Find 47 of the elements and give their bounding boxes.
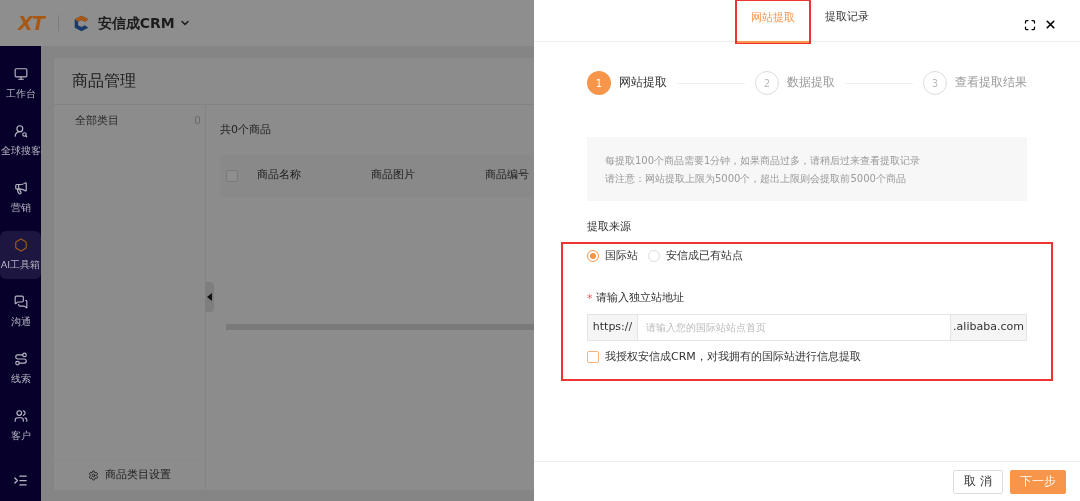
menu-icon[interactable] [13,473,28,488]
product-menu[interactable]: 安信成CRM [97,12,191,34]
nav-item[interactable]: 工作台 [0,60,41,108]
radio-option[interactable]: 国际站 [587,247,638,264]
step-label: 数据提取 [787,74,835,92]
chat-icon [13,294,28,309]
nav-item[interactable]: AI工具箱 [0,231,41,279]
column-header: 商品编号 [485,167,530,184]
step-number: 1 [587,71,611,95]
megaphone-icon [13,180,28,195]
radio-option[interactable]: 安信成已有站点 [648,247,743,264]
cancel-button[interactable]: 取 消 [953,469,1003,494]
left-triangle-icon [207,293,212,301]
checkbox[interactable] [587,350,599,363]
tab[interactable]: 提取记录 [811,6,883,42]
users-icon [13,408,28,423]
page-title: 商品管理 [72,70,136,92]
url-suffix: .alibaba.com [950,313,1027,341]
nav-item[interactable]: 客户 [0,402,41,450]
fullscreen-icon[interactable] [1024,18,1036,31]
step-label: 网站提取 [619,74,667,92]
route-icon [13,351,28,366]
nav-item[interactable]: 全球搜客 [0,117,41,165]
category-settings-button[interactable]: 商品类目设置 [54,460,205,490]
logo: XT [18,10,44,36]
nav-item[interactable]: 沟通 [0,288,41,336]
c-logo-icon [72,14,90,32]
notice-text: 请注意：网站提取上限为5000个，超出上限则会提取前5000个商品 [605,171,907,186]
url-input[interactable]: 请输入您的国际站站点首页 [638,313,950,341]
product-count: 共0个商品 [220,122,272,138]
user-search-icon [13,123,28,138]
hexagon-icon [13,237,28,252]
consent-option[interactable]: 我授权安信成CRM，对我拥有的国际站进行信息提取 [587,348,1027,365]
close-icon[interactable] [1044,18,1057,31]
step-label: 查看提取结果 [955,74,1027,92]
nav-item[interactable]: 营销 [0,174,41,222]
collapse-handle[interactable] [205,282,214,312]
notice-text: 每提取100个商品需要1分钟，如果商品过多，请稍后过来查看提取记录 [605,153,922,168]
required-asterisk: * [587,292,593,304]
monitor-icon [13,66,28,81]
column-header: 商品图片 [371,167,416,184]
gear-icon [88,470,99,481]
url-prefix: https:// [587,313,638,341]
column-header: 商品名称 [257,167,302,184]
nav-item[interactable]: 线索 [0,345,41,393]
source-label: 提取来源 [587,219,632,235]
url-label: 请输入独立站地址 [595,290,684,306]
